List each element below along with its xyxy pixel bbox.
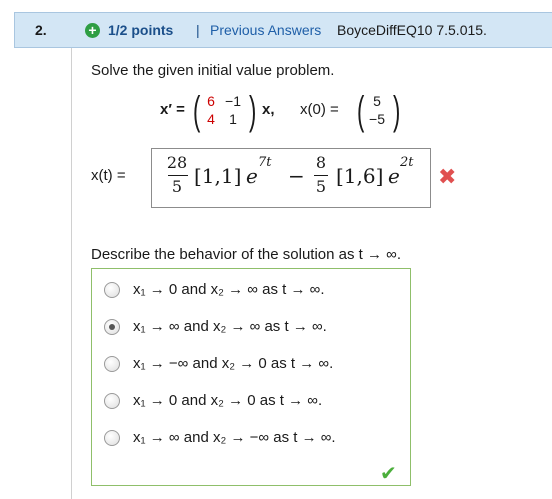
question-prompt: Solve the given initial value problem. (91, 62, 335, 79)
matrix-a11: 6 (207, 93, 215, 109)
term2-numerator: 8 (315, 153, 327, 172)
matrix-a21: 4 (207, 111, 215, 127)
behavior-prompt: Describe the behavior of the solution as… (91, 246, 402, 263)
term1-numerator: 28 (166, 153, 188, 172)
left-divider (71, 48, 72, 499)
term1-vector: [1,1] (194, 164, 242, 188)
previous-answers-link[interactable]: Previous Answers (210, 22, 321, 38)
points-label: 1/2 points (108, 22, 174, 38)
ic-value-1: 5 (373, 93, 381, 109)
radio-button-selected[interactable] (104, 319, 120, 335)
right-paren: ) (248, 89, 257, 133)
term1-fraction-bar (168, 175, 188, 176)
correct-check-icon: ✔ (380, 463, 397, 485)
term2-vector: [1,6] (336, 164, 384, 188)
radio-button[interactable] (104, 356, 120, 372)
radio-button[interactable] (104, 282, 120, 298)
incorrect-icon: ✖ (438, 164, 457, 189)
plus-icon: + (85, 23, 100, 38)
matrix-a12: −1 (225, 93, 241, 109)
derivative-label: x′ = (160, 101, 185, 118)
ic-value-2: −5 (369, 111, 385, 127)
option-label: x₁ → −∞ and x₂ → 0 as t → ∞. (133, 355, 334, 372)
system-equation: x′ = ( 6 −1 4 1 ) x, x(0) = ( 5 −5 ) (158, 91, 438, 131)
term2-exponent: 2t (400, 155, 414, 170)
ic-left-paren: ( (356, 89, 365, 133)
term2-exp-base: e (388, 164, 400, 188)
radio-button[interactable] (104, 430, 120, 446)
question-number: 2. (35, 22, 47, 38)
term2-denominator: 5 (315, 177, 327, 196)
question-header: 2. + 1/2 points | Previous Answers Boyce… (14, 12, 552, 48)
option-label: x₁ → 0 and x₂ → ∞ as t → ∞. (133, 281, 325, 298)
initial-condition-label: x(0) = (300, 101, 339, 118)
radio-button[interactable] (104, 393, 120, 409)
question-code: BoyceDiffEQ10 7.5.015. (337, 22, 487, 38)
option-label: x₁ → ∞ and x₂ → ∞ as t → ∞. (133, 318, 327, 335)
term1-exponent: 7t (258, 155, 272, 170)
minus-sign: − (288, 164, 305, 188)
term1-denominator: 5 (171, 177, 183, 196)
separator: | (196, 22, 200, 38)
matrix-a22: 1 (229, 111, 237, 127)
answer-input[interactable]: 28 5 [1,1] e 7t − 8 5 [1,6] e 2t (151, 148, 431, 208)
option-label: x₁ → 0 and x₂ → 0 as t → ∞. (133, 392, 323, 409)
ic-right-paren: ) (392, 89, 401, 133)
term2-fraction-bar (314, 175, 328, 176)
x-label: x, (262, 101, 275, 118)
solution-label: x(t) = (91, 167, 126, 184)
options-group: x₁ → 0 and x₂ → ∞ as t → ∞. x₁ → ∞ and x… (91, 268, 411, 486)
term1-exp-base: e (246, 164, 258, 188)
option-label: x₁ → ∞ and x₂ → −∞ as t → ∞. (133, 429, 336, 446)
